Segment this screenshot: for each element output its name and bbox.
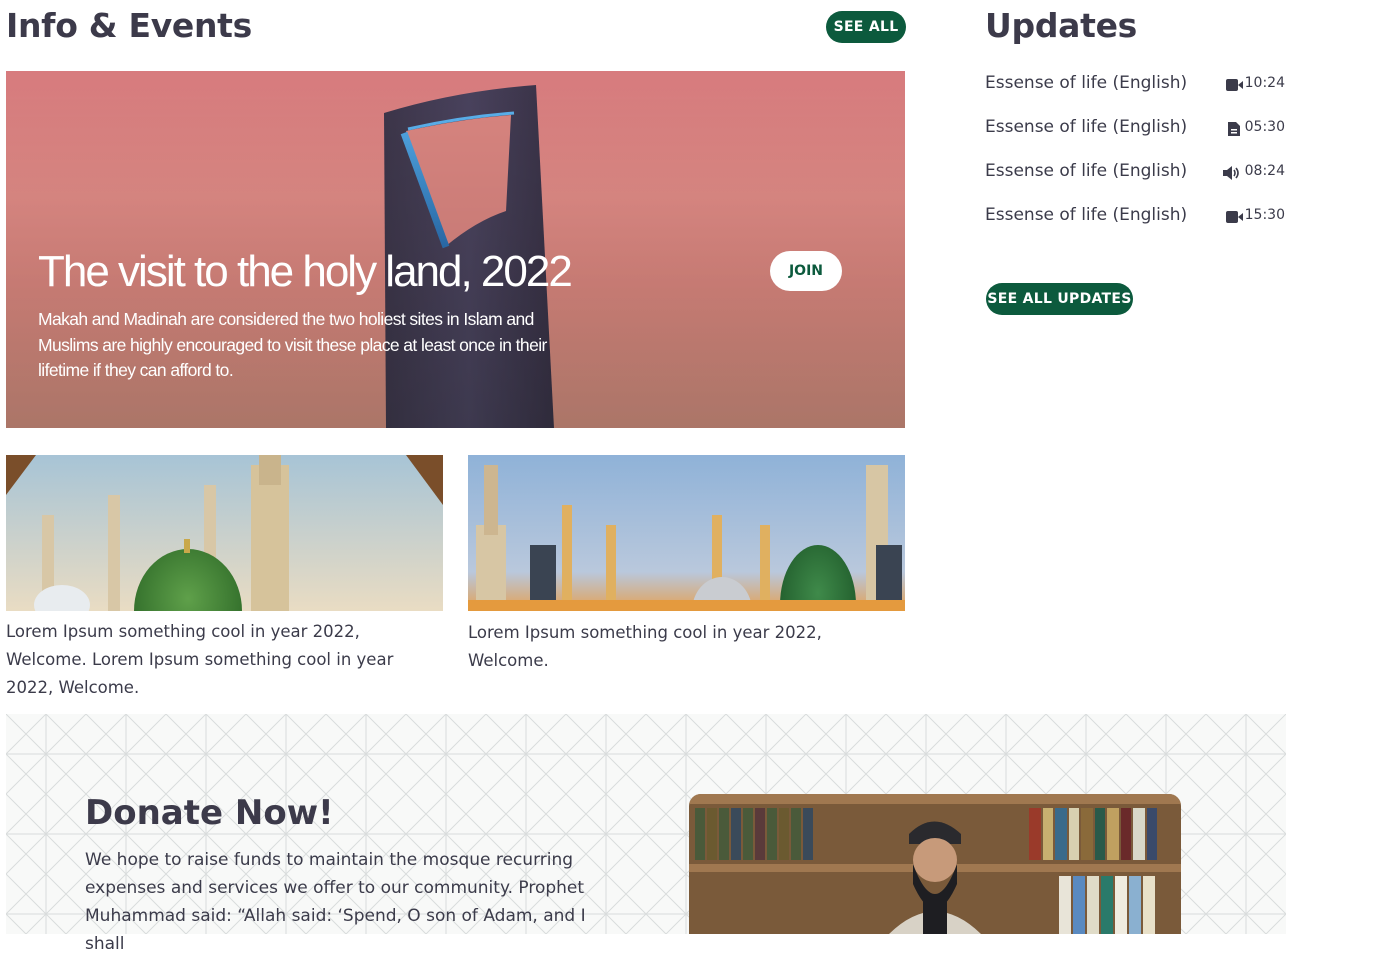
video-icon bbox=[1226, 211, 1243, 223]
event-card-caption: Lorem Ipsum something cool in year 2022,… bbox=[6, 622, 394, 697]
update-item[interactable]: Essense of life (English) 10:24 bbox=[985, 70, 1285, 100]
video-icon bbox=[1226, 79, 1243, 91]
donate-title: Donate Now! bbox=[85, 793, 334, 833]
update-item-title: Essense of life (English) bbox=[985, 117, 1188, 137]
update-item-time: 08:24 bbox=[1244, 163, 1285, 179]
event-card-image[interactable] bbox=[468, 455, 905, 611]
update-item-title: Essense of life (English) bbox=[985, 73, 1188, 93]
join-button[interactable]: JOIN bbox=[770, 251, 842, 291]
update-item-title: Essense of life (English) bbox=[985, 161, 1188, 181]
see-all-updates-button[interactable]: SEE ALL UPDATES bbox=[986, 283, 1133, 315]
update-item-time: 15:30 bbox=[1244, 207, 1285, 223]
document-icon bbox=[1228, 122, 1240, 136]
see-all-button[interactable]: SEE ALL bbox=[826, 11, 906, 43]
info-events-title: Info & Events bbox=[6, 6, 253, 45]
hero-title: The visit to the holy land, 2022 bbox=[38, 247, 573, 296]
mosque-image bbox=[468, 455, 905, 611]
update-item[interactable]: Essense of life (English) 05:30 bbox=[985, 114, 1285, 144]
hero-description: Makah and Madinah are considered the two… bbox=[38, 309, 547, 380]
event-card-image[interactable] bbox=[6, 455, 443, 611]
donate-description: We hope to raise funds to maintain the m… bbox=[85, 850, 586, 954]
hero-banner[interactable]: The visit to the holy land, 2022 Makah a… bbox=[6, 71, 905, 428]
update-item[interactable]: Essense of life (English) 08:24 bbox=[985, 158, 1285, 188]
updates-title: Updates bbox=[985, 6, 1138, 45]
event-card-caption: Lorem Ipsum something cool in year 2022,… bbox=[468, 623, 822, 670]
audio-icon bbox=[1223, 166, 1239, 180]
update-item-time: 10:24 bbox=[1244, 75, 1285, 91]
mosque-image bbox=[6, 455, 443, 611]
imam-photo bbox=[689, 794, 1181, 934]
bookshelf-portrait-image bbox=[689, 794, 1181, 934]
update-item-time: 05:30 bbox=[1244, 119, 1285, 135]
update-item[interactable]: Essense of life (English) 15:30 bbox=[985, 202, 1285, 232]
update-item-title: Essense of life (English) bbox=[985, 205, 1188, 225]
